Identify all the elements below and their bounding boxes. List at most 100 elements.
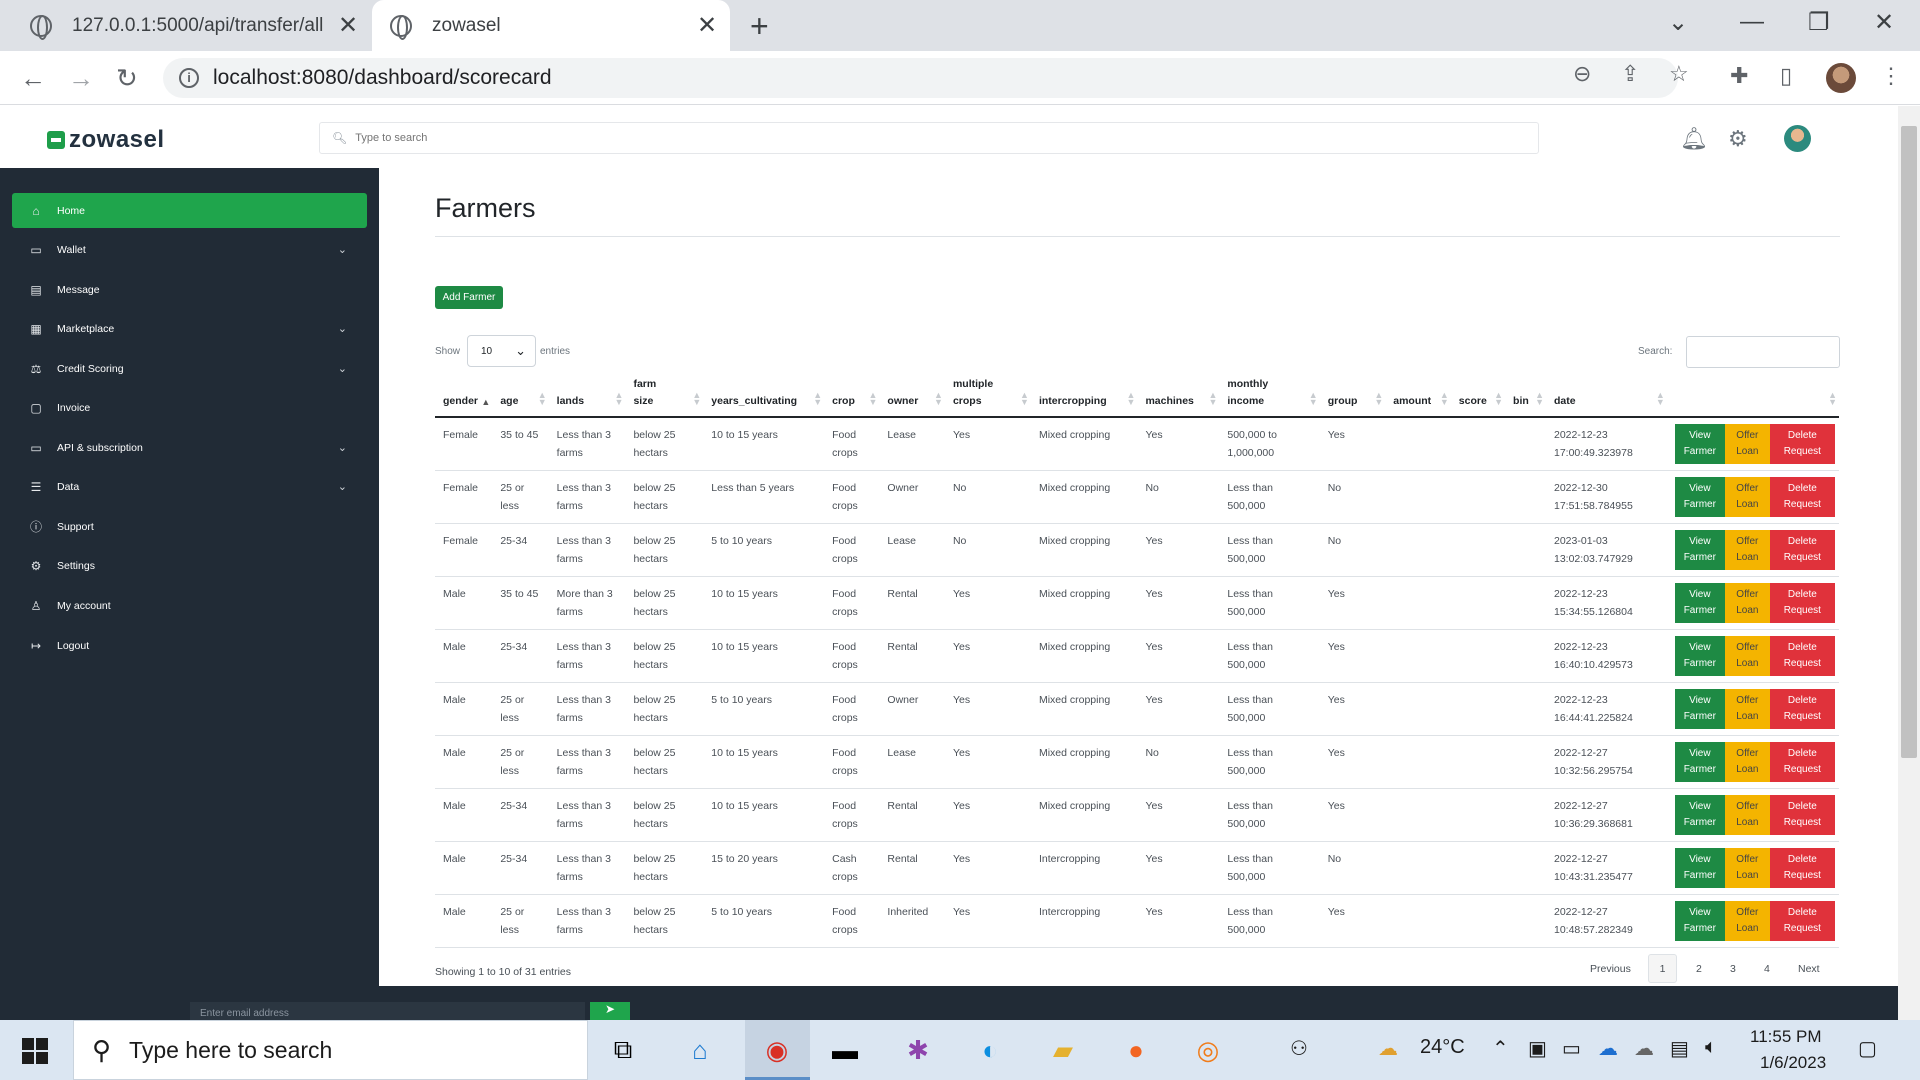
sidebar-item-logout[interactable]: ↦ Logout <box>12 628 367 663</box>
view-farmer-button[interactable]: View Farmer <box>1674 900 1725 941</box>
edge-icon[interactable]: ◐ <box>970 1030 1010 1070</box>
offer-loan-button[interactable]: Offer Loan <box>1724 794 1770 835</box>
col-header-group[interactable]: group ▲ ▼ <box>1319 373 1386 418</box>
sidebar-item-wallet[interactable]: ▭ Wallet ⌄ <box>12 232 367 267</box>
taskbar-search[interactable]: ⚲ Type here to search <box>73 1020 588 1080</box>
col-header-multiple-crops[interactable]: multiple crops ▲ ▼ <box>944 373 1031 418</box>
sidebar-item-support[interactable]: ⓘ Support <box>12 509 367 544</box>
file-explorer-icon[interactable]: ▰ <box>1043 1030 1083 1070</box>
forward-icon[interactable]: → <box>68 63 94 94</box>
menu-dots-icon[interactable]: ⋮ <box>1880 63 1902 89</box>
col-header-amount[interactable]: amount ▲ ▼ <box>1385 373 1451 418</box>
meet-icon[interactable]: ▣ <box>1528 1036 1547 1061</box>
sidebar-item-home[interactable]: ⌂ Home <box>12 193 367 228</box>
people-icon[interactable]: ⚇ <box>1290 1036 1308 1061</box>
slack-icon[interactable]: ✱ <box>898 1030 938 1070</box>
view-farmer-button[interactable]: View Farmer <box>1674 476 1725 517</box>
volume-icon[interactable]: 🔈︎ <box>1705 1036 1717 1059</box>
sidebar-item-message[interactable]: ▤ Message <box>12 272 367 307</box>
pagination-page-1[interactable]: 1 <box>1648 954 1677 983</box>
offer-loan-button[interactable]: Offer Loan <box>1724 741 1770 782</box>
sidebar-item-credit-scoring[interactable]: ⚖ Credit Scoring ⌄ <box>12 351 367 386</box>
site-info-icon[interactable]: i <box>179 68 199 88</box>
browser-tab-active[interactable]: zowasel ✕ <box>372 0 730 51</box>
col-header-crop[interactable]: crop ▲ ▼ <box>824 373 880 418</box>
delete-request-button[interactable]: Delete Request <box>1769 741 1835 782</box>
col-header-intercropping[interactable]: intercropping ▲ ▼ <box>1030 373 1138 418</box>
sidebar-item-data[interactable]: ☰ Data ⌄ <box>12 469 367 504</box>
windows-start-icon[interactable] <box>22 1038 48 1064</box>
task-view-icon[interactable]: ⧉ <box>603 1030 643 1070</box>
sidebar-item-settings[interactable]: ⚙ Settings <box>12 548 367 583</box>
pagination-next[interactable]: Next <box>1798 954 1820 983</box>
delete-request-button[interactable]: Delete Request <box>1769 847 1835 888</box>
view-farmer-button[interactable]: View Farmer <box>1674 582 1725 623</box>
close-tab-icon[interactable]: ✕ <box>697 11 717 40</box>
sidebar-item-api[interactable]: ▭ API & subscription ⌄ <box>12 430 367 465</box>
postman-icon[interactable]: ● <box>1116 1030 1156 1070</box>
avatar[interactable] <box>1784 125 1811 152</box>
minimize-icon[interactable]: — <box>1740 8 1764 36</box>
new-tab-icon[interactable]: + <box>750 8 769 45</box>
tab-search-icon[interactable]: ⌄ <box>1668 8 1688 37</box>
delete-request-button[interactable]: Delete Request <box>1769 582 1835 623</box>
weather-icon[interactable]: ☁ <box>1378 1036 1398 1061</box>
gear-icon[interactable]: ⚙ <box>1728 126 1748 152</box>
reload-icon[interactable]: ↻ <box>116 63 138 94</box>
add-farmer-button[interactable]: Add Farmer <box>435 286 503 309</box>
delete-request-button[interactable]: Delete Request <box>1769 424 1835 464</box>
offer-loan-button[interactable]: Offer Loan <box>1724 900 1770 941</box>
logo[interactable]: zowasel <box>47 126 165 154</box>
col-header-score[interactable]: score ▲ ▼ <box>1450 373 1506 418</box>
col-header-monthly-income[interactable]: monthly income ▲ ▼ <box>1219 373 1320 418</box>
view-farmer-button[interactable]: View Farmer <box>1674 688 1725 729</box>
back-icon[interactable]: ← <box>20 63 46 94</box>
profile-avatar[interactable] <box>1826 63 1856 93</box>
sidebar-item-my-account[interactable]: ♙ My account <box>12 588 367 623</box>
offer-loan-button[interactable]: Offer Loan <box>1724 635 1770 676</box>
delete-request-button[interactable]: Delete Request <box>1769 476 1835 517</box>
jupyter-icon[interactable]: ◎ <box>1188 1030 1228 1070</box>
network-icon[interactable]: ▤ <box>1670 1036 1689 1061</box>
window-close-icon[interactable]: ✕ <box>1874 8 1894 37</box>
sidebar-item-marketplace[interactable]: ▦ Marketplace ⌄ <box>12 311 367 346</box>
col-header-years-cultivating[interactable]: years_cultivating ▲ ▼ <box>703 373 825 418</box>
bookmark-star-icon[interactable]: ☆ <box>1669 61 1689 87</box>
delete-request-button[interactable]: Delete Request <box>1769 900 1835 941</box>
notifications-icon[interactable]: ▢ <box>1858 1036 1877 1061</box>
view-farmer-button[interactable]: View Farmer <box>1674 741 1725 782</box>
view-farmer-button[interactable]: View Farmer <box>1674 794 1725 835</box>
browser-tab[interactable]: 127.0.0.1:5000/api/transfer/all ✕ <box>30 0 370 51</box>
col-header-lands[interactable]: lands ▲ ▼ <box>548 373 626 418</box>
cloud-icon[interactable]: ☁ <box>1634 1036 1654 1061</box>
col-header-date[interactable]: date ▲ ▼ <box>1546 373 1667 418</box>
page-scrollbar[interactable] <box>1898 106 1920 1020</box>
offer-loan-button[interactable]: Offer Loan <box>1724 476 1770 517</box>
chrome-icon[interactable]: ◉ <box>757 1030 797 1070</box>
pagination-page-3[interactable]: 3 <box>1730 954 1736 983</box>
col-header-bin[interactable]: bin ▲ ▼ <box>1505 373 1546 418</box>
terminal-icon[interactable]: ▬ <box>825 1030 865 1070</box>
col-header-actions[interactable]: ▲ ▼ <box>1666 373 1839 418</box>
entries-select[interactable]: 10 ⌄ <box>467 335 536 367</box>
clock-time[interactable]: 11:55 PM <box>1750 1027 1822 1047</box>
weather-temp[interactable]: 24°C <box>1420 1036 1465 1059</box>
extensions-icon[interactable]: ✚ <box>1730 63 1748 89</box>
clock-date[interactable]: 1/6/2023 <box>1760 1053 1826 1073</box>
app-search-input[interactable] <box>355 132 1456 144</box>
bell-icon[interactable]: 🔔︎ <box>1680 126 1708 152</box>
vscode-icon[interactable]: ⌂ <box>680 1030 720 1070</box>
col-header-owner[interactable]: owner ▲ ▼ <box>879 373 945 418</box>
onedrive-icon[interactable]: ☁ <box>1598 1036 1618 1061</box>
offer-loan-button[interactable]: Offer Loan <box>1724 529 1770 570</box>
close-tab-icon[interactable]: ✕ <box>338 11 358 40</box>
pagination-page-4[interactable]: 4 <box>1764 954 1770 983</box>
offer-loan-button[interactable]: Offer Loan <box>1724 847 1770 888</box>
pagination-previous[interactable]: Previous <box>1590 954 1631 983</box>
view-farmer-button[interactable]: View Farmer <box>1674 529 1725 570</box>
view-farmer-button[interactable]: View Farmer <box>1674 847 1725 888</box>
offer-loan-button[interactable]: Offer Loan <box>1724 424 1770 464</box>
send-icon[interactable]: ➤ <box>590 1002 630 1020</box>
newsletter-email-input[interactable]: Enter email address <box>190 1002 585 1020</box>
delete-request-button[interactable]: Delete Request <box>1769 529 1835 570</box>
